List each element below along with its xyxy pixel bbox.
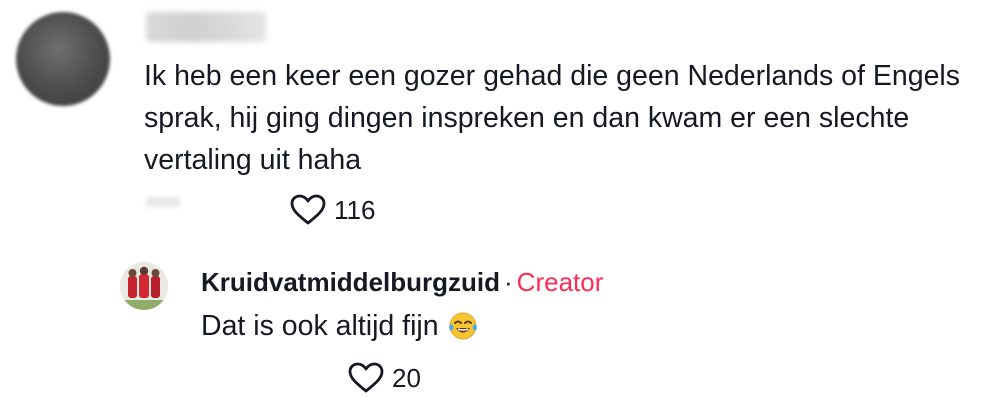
reply-username[interactable]: Kruidvatmiddelburgzuid xyxy=(201,267,500,297)
avatar-image xyxy=(120,262,168,310)
comment-username-blurred[interactable] xyxy=(146,12,266,42)
separator-dot: · xyxy=(504,267,513,297)
reply-header: Kruidvatmiddelburgzuid · Creator xyxy=(201,266,603,298)
creator-badge: Creator xyxy=(516,267,604,297)
reply-like-count: 20 xyxy=(392,363,421,393)
reply-avatar[interactable] xyxy=(120,262,168,310)
comment-text: Ik heb een keer een gozer gehad die geen… xyxy=(144,60,961,176)
reply-text: Dat is ook altijd fijn xyxy=(201,310,439,342)
avatar[interactable] xyxy=(16,12,110,106)
like-button[interactable]: 116 xyxy=(290,194,375,226)
comment-date-blurred xyxy=(146,197,180,207)
reply-like-button[interactable]: 20 xyxy=(348,362,421,394)
face-with-tears-of-joy-icon xyxy=(448,312,477,340)
reply-text-row: Dat is ook altijd fijn xyxy=(201,306,479,346)
like-count: 116 xyxy=(334,195,376,225)
heart-outline-icon xyxy=(290,194,326,225)
heart-outline-icon xyxy=(348,362,384,393)
